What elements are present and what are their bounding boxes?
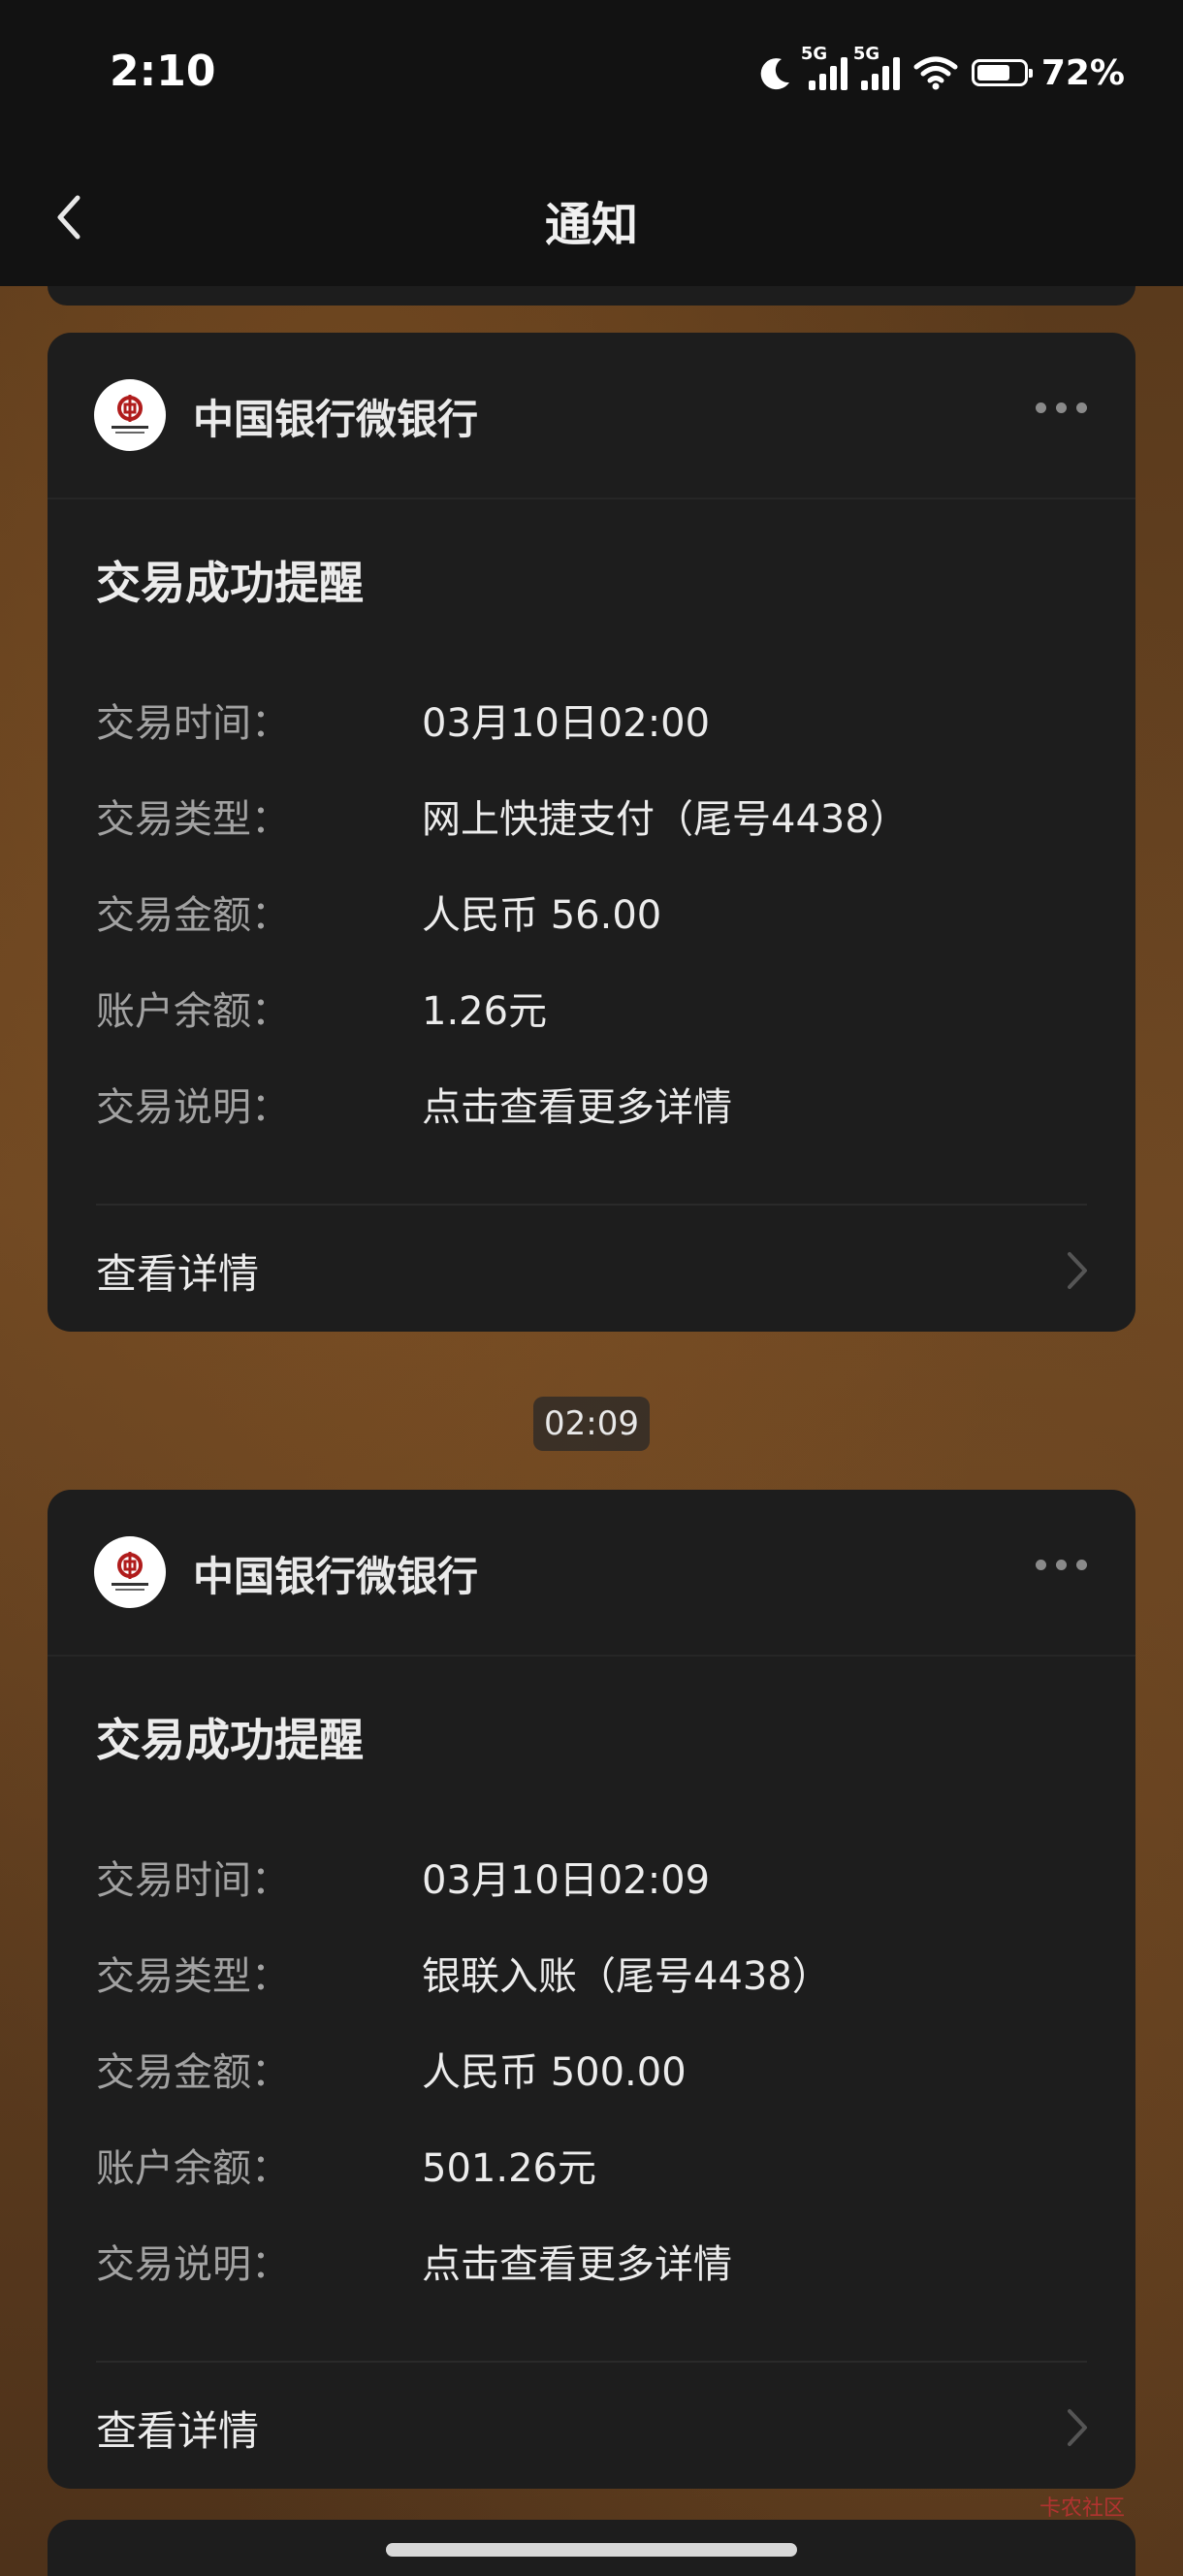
card-header: 中国银行微银行 [48,1490,1135,1657]
status-time: 2:10 [110,47,216,96]
status-icons: 5G 5G 72% [756,44,1125,97]
time-separator: 02:09 [533,1397,650,1451]
row-value: 人民币 500.00 [422,2050,687,2095]
row-label: 交易说明： [96,2242,290,2287]
moon-icon [760,58,789,90]
page-title: 通知 [544,198,638,252]
divider [96,2361,1087,2363]
row-value: 点击查看更多详情 [422,1085,732,1130]
row-value: 银联入账（尾号4438） [422,1954,831,1999]
cellular-signal-icon-2: 5G [853,44,900,90]
battery-fill [976,65,1009,80]
sender-name: 中国银行微银行 [193,1553,479,1600]
row-value: 03月10日02:00 [422,701,711,746]
divider [96,1204,1087,1206]
row-label: 账户余额： [96,2146,290,2191]
card-header: 中国银行微银行 [48,333,1135,499]
message-title: 交易成功提醒 [96,557,364,609]
previous-card-edge [48,286,1135,306]
row-label: 交易类型： [96,1954,290,1999]
wifi-icon [913,56,958,90]
row-value: 03月10日02:09 [422,1858,711,1903]
chevron-right-icon [1068,1252,1087,1289]
message-title: 交易成功提醒 [96,1714,364,1766]
view-details-link[interactable]: 查看详情 [96,2399,259,2458]
row-label: 交易时间： [96,1858,290,1903]
row-label: 交易时间： [96,701,290,746]
notification-card[interactable]: 中国银行微银行 交易成功提醒 交易时间： 03月10日02:09 交易类型： 银… [48,1490,1135,2489]
sender-name: 中国银行微银行 [193,396,479,443]
status-bar: 2:10 5G 5G 72% [0,0,1183,155]
more-options-icon[interactable] [1036,402,1087,413]
row-label: 交易说明： [96,1085,290,1130]
home-indicator[interactable] [386,2543,797,2557]
row-value: 1.26元 [422,989,548,1034]
more-options-icon[interactable] [1036,1560,1087,1570]
bank-logo-icon [94,1536,166,1608]
row-label: 交易金额： [96,893,290,938]
row-value: 点击查看更多详情 [422,2242,732,2287]
row-value: 网上快捷支付（尾号4438） [422,797,909,842]
row-label: 账户余额： [96,989,290,1034]
battery-icon [971,59,1033,86]
row-label: 交易金额： [96,2050,290,2095]
battery-percent: 72% [1040,52,1125,93]
notification-card[interactable]: 中国银行微银行 交易成功提醒 交易时间： 03月10日02:00 交易类型： 网… [48,333,1135,1332]
row-value: 501.26元 [422,2146,596,2191]
view-details-link[interactable]: 查看详情 [96,1241,259,1301]
row-value: 人民币 56.00 [422,893,662,938]
bank-logo-icon [94,379,166,451]
row-label: 交易类型： [96,797,290,842]
nav-bar: 通知 [0,155,1183,286]
watermark-text: 卡农社区 [1039,2496,1125,2521]
chevron-right-icon [1068,2409,1087,2446]
cellular-signal-icon: 5G [801,44,847,90]
